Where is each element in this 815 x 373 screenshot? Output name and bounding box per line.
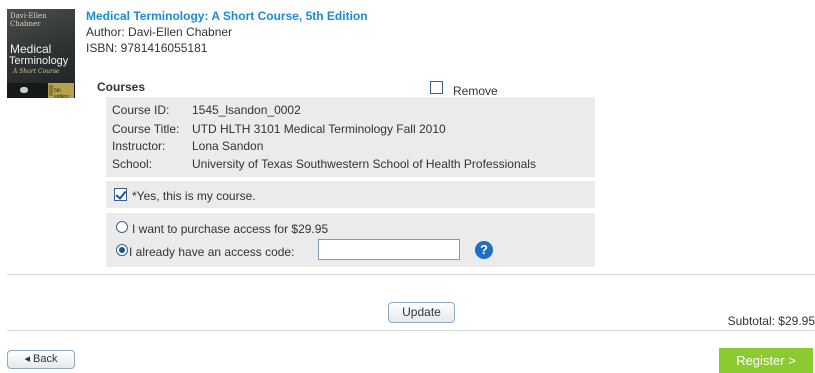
remove-label[interactable]: Remove — [453, 84, 498, 98]
instructor-value: Lona Sandon — [192, 139, 264, 153]
confirm-course-label[interactable]: *Yes, this is my course. — [132, 189, 256, 203]
access-options-panel: I want to purchase access for $29.95 I a… — [106, 213, 595, 267]
course-id-row: Course ID: 1545_lsandon_0002 — [112, 103, 301, 117]
school-value: University of Texas Southwestern School … — [192, 157, 536, 171]
cover-edition-badge: 5th edition — [48, 83, 74, 98]
book-title-link[interactable]: Medical Terminology: A Short Course, 5th… — [86, 9, 368, 23]
cover-title-line2: Terminology — [9, 55, 69, 67]
school-row: School: University of Texas Southwestern … — [112, 157, 536, 171]
confirm-course-checkbox[interactable] — [114, 188, 127, 201]
help-icon[interactable]: ? — [475, 241, 493, 259]
book-isbn: ISBN: 9781416055181 — [86, 41, 208, 55]
course-title-value: UTD HLTH 3101 Medical Terminology Fall 2… — [192, 122, 446, 136]
course-title-label: Course Title: — [112, 122, 180, 136]
instructor-row: Instructor: Lona Sandon — [112, 139, 263, 153]
update-button[interactable]: Update — [388, 302, 455, 323]
cover-title-line1: Medical — [10, 42, 52, 56]
confirm-course-panel: *Yes, this is my course. — [106, 181, 595, 208]
back-button[interactable]: ◂ Back — [7, 350, 75, 369]
course-id-value: 1545_lsandon_0002 — [192, 103, 301, 117]
section-divider-bottom — [7, 330, 815, 331]
access-code-label[interactable]: I already have an access code: — [129, 245, 294, 259]
cover-subtitle: A Short Course — [13, 68, 60, 75]
purchase-access-radio[interactable] — [116, 221, 128, 233]
course-title-row: Course Title: UTD HLTH 3101 Medical Termi… — [112, 122, 446, 136]
remove-checkbox[interactable] — [430, 81, 443, 94]
instructor-label: Instructor: — [112, 139, 166, 153]
section-divider-top — [7, 274, 815, 275]
subtotal-text: Subtotal: $29.95 — [727, 314, 815, 328]
book-author: Author: Davi-Ellen Chabner — [86, 25, 233, 39]
access-code-input[interactable] — [318, 239, 460, 260]
cover-author-text: Davi-Ellen Chabner — [10, 12, 47, 28]
purchase-access-label[interactable]: I want to purchase access for $29.95 — [132, 222, 328, 236]
course-id-label: Course ID: — [112, 103, 170, 117]
book-cover-image: Davi-Ellen Chabner Medical Terminology A… — [7, 9, 75, 98]
register-button[interactable]: Register > — [719, 348, 813, 373]
cover-logo — [20, 87, 28, 93]
access-code-radio[interactable] — [116, 244, 128, 256]
course-details-panel: Course ID: 1545_lsandon_0002 Course Title… — [106, 97, 595, 177]
school-label: School: — [112, 157, 153, 171]
courses-heading: Courses — [97, 80, 146, 94]
